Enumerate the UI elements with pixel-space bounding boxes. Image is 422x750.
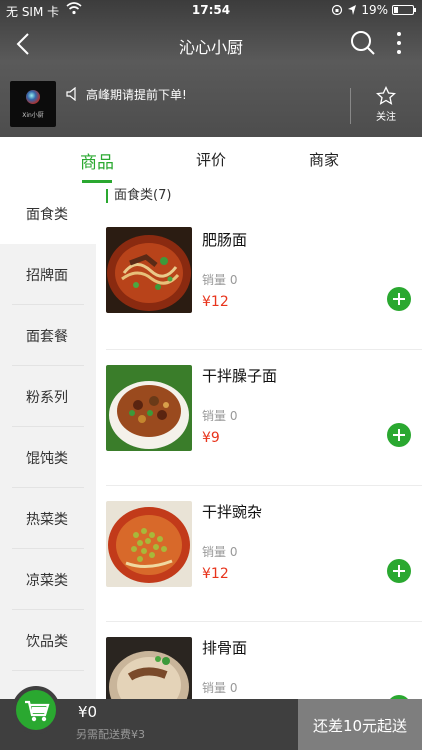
tab-merchant[interactable]: 商家: [284, 149, 364, 170]
cart-bar: ¥0 另需配送费¥3 还差10元起送: [0, 699, 422, 750]
product-item[interactable]: 肥肠面 销量 0 ¥12: [96, 213, 422, 349]
category-item[interactable]: 面食类: [0, 183, 96, 244]
product-name: 排骨面: [202, 639, 248, 657]
add-to-cart-button[interactable]: [387, 287, 411, 311]
category-item[interactable]: 招牌面: [0, 244, 96, 305]
product-name: 肥肠面: [202, 231, 248, 249]
tab-bar: 商品 评价 商家: [0, 137, 422, 183]
product-sales: 销量 0: [202, 409, 238, 423]
follow-label: 关注: [376, 112, 396, 123]
shop-info: Xin小厨 高峰期请提前下单! 关注: [0, 78, 422, 134]
follow-button[interactable]: 关注: [366, 86, 406, 123]
product-item[interactable]: 干拌臊子面 销量 0 ¥9: [96, 349, 422, 485]
add-to-cart-button[interactable]: [387, 559, 411, 583]
product-item[interactable]: 排骨面 销量 0: [96, 621, 422, 699]
star-icon: [376, 86, 396, 105]
speaker-icon: [66, 87, 76, 101]
shop-notice: 高峰期请提前下单!: [86, 88, 187, 102]
category-item[interactable]: 饮品类: [0, 610, 96, 671]
delivery-fee: 另需配送费¥3: [76, 728, 145, 741]
add-to-cart-button[interactable]: [387, 423, 411, 447]
divider: [350, 88, 351, 124]
cart-icon: [25, 700, 50, 722]
search-icon[interactable]: [350, 30, 376, 56]
category-item[interactable]: 热菜类: [0, 488, 96, 549]
product-price: ¥9: [202, 430, 220, 446]
zhaozi-noodles-image: [106, 365, 192, 451]
category-item[interactable]: 凉菜类: [0, 549, 96, 610]
product-item[interactable]: 干拌豌杂 销量 0 ¥12: [96, 485, 422, 621]
tab-products[interactable]: 商品: [57, 148, 137, 173]
cart-button[interactable]: [12, 686, 60, 734]
category-item[interactable]: 面套餐: [0, 305, 96, 366]
cart-total: ¥0: [78, 703, 98, 721]
orientation-lock-icon: [332, 4, 343, 16]
location-icon: [348, 5, 357, 15]
more-menu-icon[interactable]: [392, 30, 406, 56]
category-item[interactable]: 粉系列: [0, 366, 96, 427]
product-list: 面食类(7) 肥肠面 销量 0 ¥12 干拌臊子面 销量 0 ¥9 干拌豌杂 销…: [96, 183, 422, 699]
battery-percent: 19%: [361, 3, 388, 17]
category-sidebar: 面食类 招牌面 面套餐 粉系列 馄饨类 热菜类 凉菜类 饮品类: [0, 183, 96, 699]
product-name: 干拌豌杂: [202, 503, 263, 521]
shop-header: 无 SIM 卡 17:54 19% 沁心小厨 Xin小厨 高峰期请提前下单! 关…: [0, 0, 422, 137]
battery-icon: [392, 5, 416, 15]
product-price: ¥12: [202, 566, 229, 582]
noodle-soup-image: [106, 227, 192, 313]
product-price: ¥12: [202, 294, 229, 310]
product-name: 干拌臊子面: [202, 367, 278, 385]
product-sales: 销量 0: [202, 273, 238, 287]
pea-noodles-image: [106, 501, 192, 587]
checkout-button[interactable]: 还差10元起送: [298, 699, 422, 750]
nav-bar: 沁心小厨: [0, 22, 422, 66]
product-sales: 销量 0: [202, 681, 238, 695]
tab-reviews[interactable]: 评价: [171, 149, 251, 170]
product-sales: 销量 0: [202, 545, 238, 559]
rib-noodles-image: [106, 637, 192, 699]
status-bar: 无 SIM 卡 17:54 19%: [0, 0, 422, 22]
shop-logo: Xin小厨: [10, 81, 56, 127]
category-item[interactable]: 馄饨类: [0, 427, 96, 488]
section-title: 面食类(7): [106, 189, 171, 203]
